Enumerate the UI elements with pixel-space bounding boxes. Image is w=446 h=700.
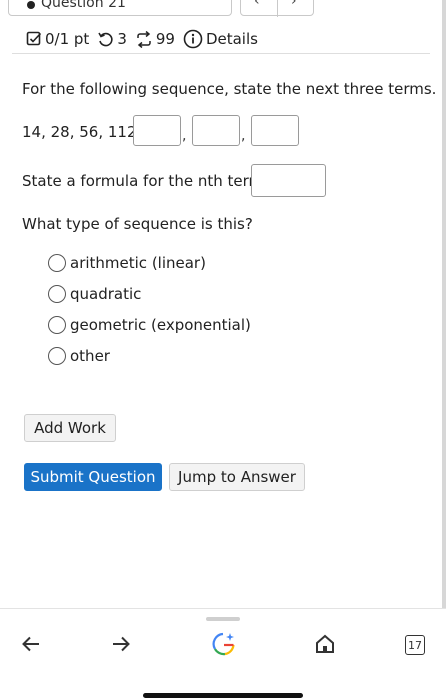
points-text: 0/1 pt [45,30,90,48]
radio-button[interactable] [48,285,66,303]
option-label: geometric (exponential) [70,316,251,334]
nav-divider [277,0,278,17]
next-question-button[interactable]: › [291,0,297,9]
question-status-bar: 0/1 pt 3 99 Details [26,26,266,52]
tabs-icon[interactable]: 17 [405,635,425,655]
option-quadratic[interactable]: quadratic [48,285,141,303]
scrollbar[interactable] [442,0,446,610]
jump-to-answer-button[interactable]: Jump to Answer [169,463,305,491]
prev-question-button[interactable]: ‹ [254,0,260,9]
forward-arrow-icon[interactable] [110,633,132,659]
details-link[interactable]: Details [183,29,258,49]
radio-button[interactable] [48,347,66,365]
comma-separator: , [241,128,246,144]
term-input-2[interactable] [192,115,240,146]
submissions-count: 99 [155,30,175,48]
question-selector[interactable]: Question 21 [8,0,232,16]
submissions-icon [135,30,153,48]
option-arithmetic[interactable]: arithmetic (linear) [48,254,206,272]
browser-toolbar: 17 [0,608,446,700]
question-prompt: For the following sequence, state the ne… [22,80,437,98]
retries-count: 3 [117,30,127,48]
option-label: quadratic [70,285,142,303]
checkbox-icon [26,31,42,47]
comma-separator: , [182,128,187,144]
add-work-button[interactable]: Add Work [24,414,116,442]
submit-question-button[interactable]: Submit Question [24,463,162,491]
option-geometric[interactable]: geometric (exponential) [48,316,251,334]
term-input-3[interactable] [251,115,299,146]
type-prompt: What type of sequence is this? [22,215,253,233]
radio-button[interactable] [48,254,66,272]
option-label: arithmetic (linear) [70,254,206,272]
submissions-status: 99 [135,30,175,48]
google-lens-icon[interactable] [211,631,237,661]
question-nav: ‹ › [240,0,314,17]
option-other[interactable]: other [48,347,110,365]
retries-status: 3 [97,30,127,48]
home-icon[interactable] [314,633,336,659]
details-label: Details [205,30,258,48]
term-input-1[interactable] [133,115,181,146]
question-status-dot [27,1,35,9]
option-label: other [70,347,110,365]
question-title: Question 21 [41,0,126,11]
sheet-handle[interactable] [206,617,240,621]
formula-input[interactable] [251,164,326,197]
radio-button[interactable] [48,316,66,334]
points-status: 0/1 pt [26,30,89,48]
header-divider [12,53,430,54]
home-indicator[interactable] [143,693,303,698]
formula-prompt: State a formula for the nth term: [22,172,269,190]
retry-icon [97,31,114,48]
info-icon [183,29,203,49]
back-arrow-icon[interactable] [20,633,42,659]
sequence-text: 14, 28, 56, 112, [22,123,142,141]
